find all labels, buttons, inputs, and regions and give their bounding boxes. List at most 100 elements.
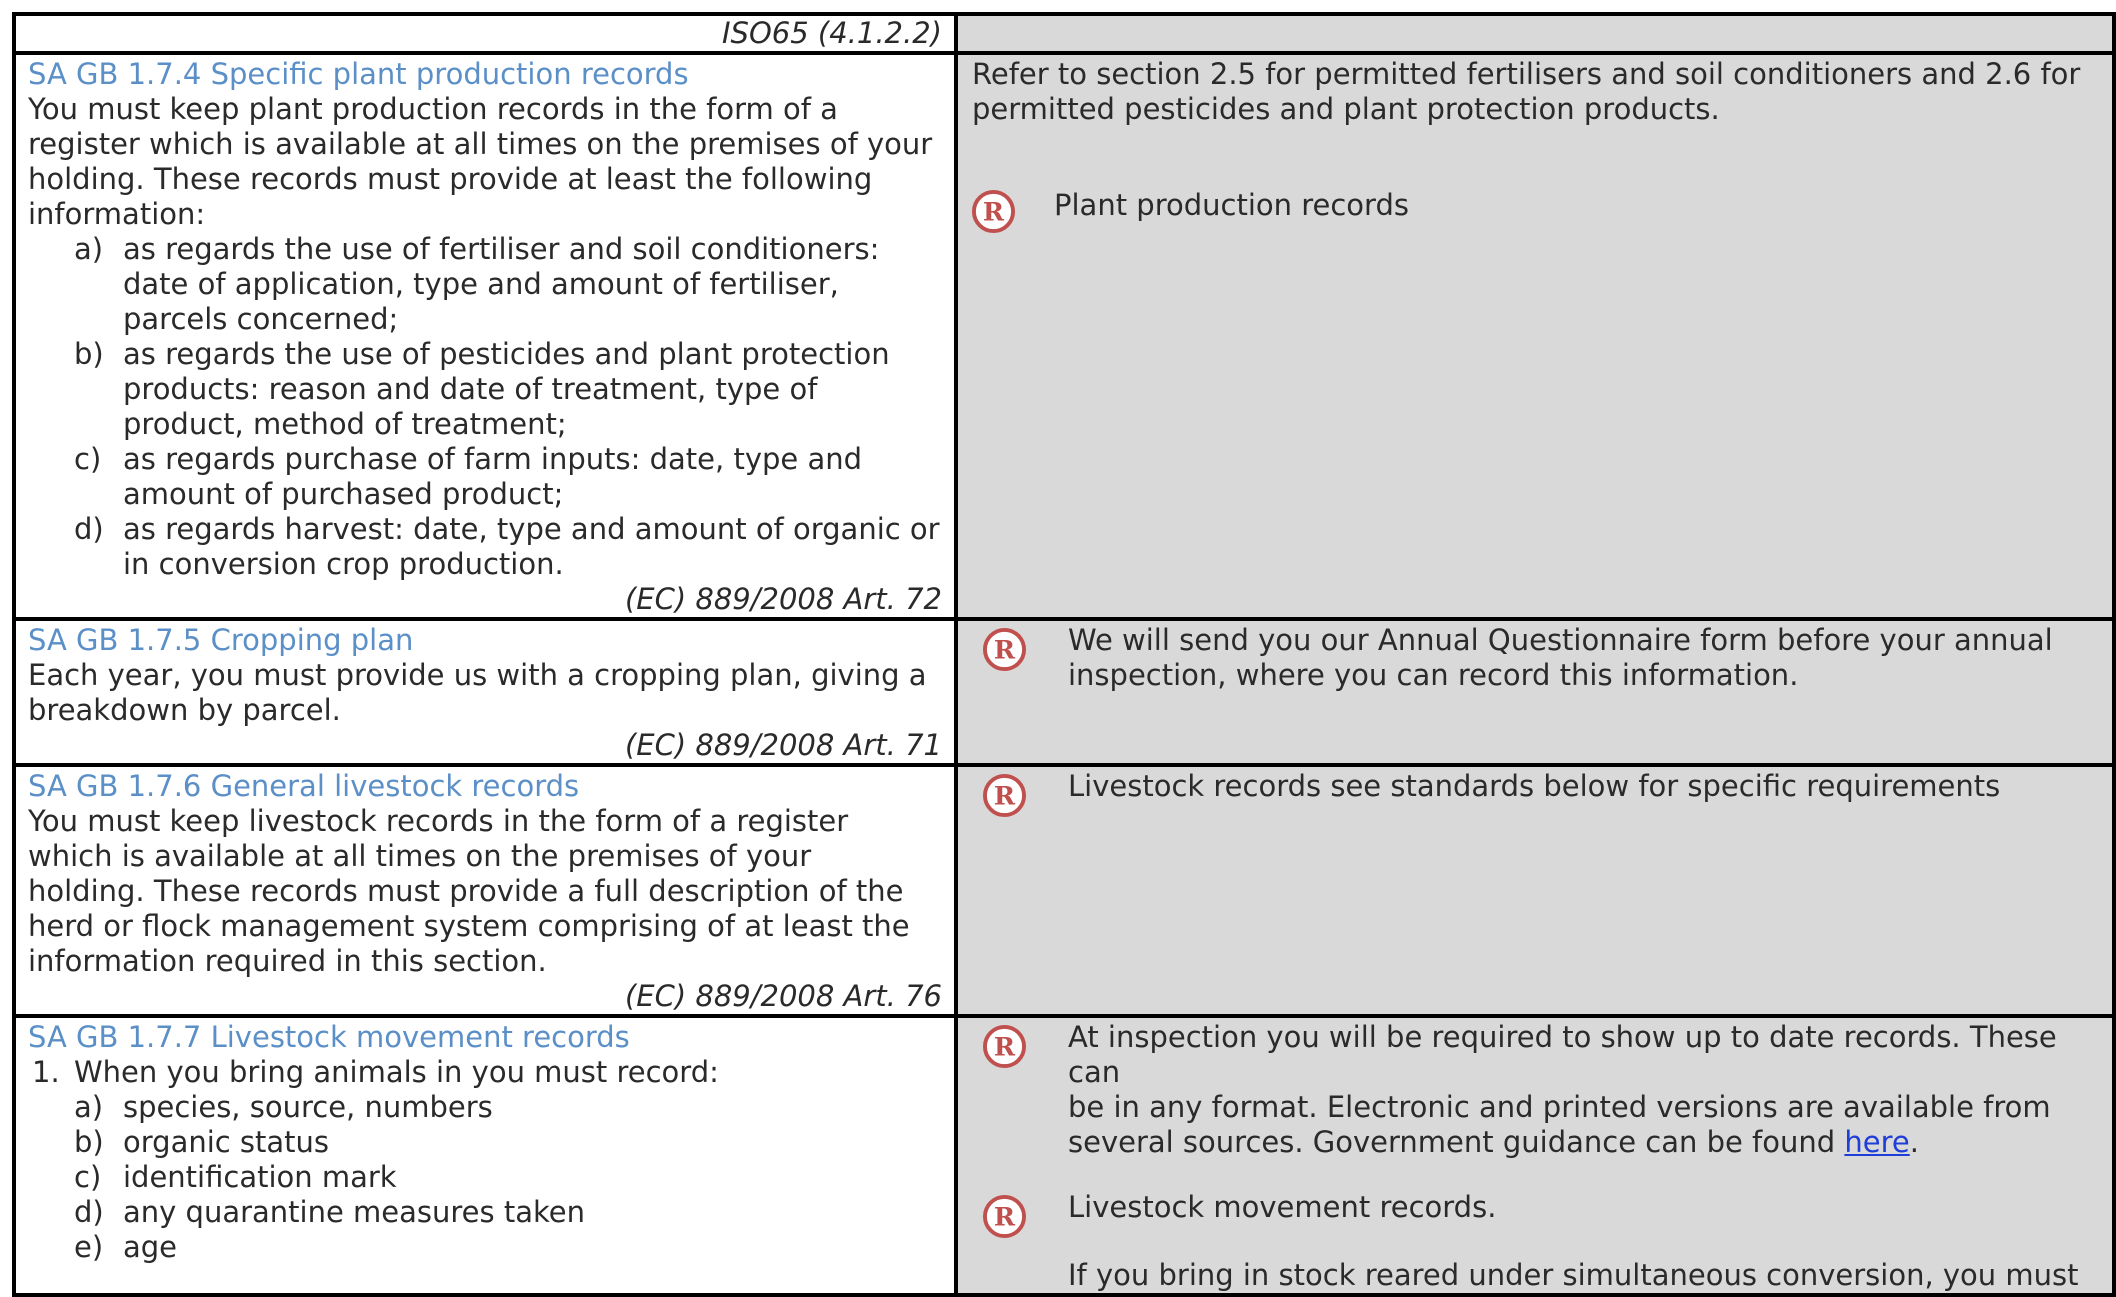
list-item-text: organic status [123,1125,330,1159]
guidance-cell-1-7-4: Refer to section 2.5 for permitted ferti… [954,51,2116,621]
standard-title: SA GB 1.7.4 Specific plant production re… [28,57,689,91]
text-line: date of application, type and amount of … [123,267,839,301]
legal-reference: (EC) 889/2008 Art. 76 [624,979,942,1013]
list-item: b) organic status [28,1125,942,1160]
list-marker: b) [74,1125,104,1159]
page: ISO65 (4.1.2.2) SA GB 1.7.4 Specific pla… [0,0,2116,1297]
conversion-note: If you bring in stock reared under simul… [1068,1258,2079,1292]
list-item: d) any quarantine measures taken [28,1195,942,1230]
list-marker: b) [74,337,104,371]
guidance-link[interactable]: here [1844,1125,1909,1159]
table-row: SA GB 1.7.6 General livestock records Yo… [12,763,2116,1018]
record-requirement: At inspection you will be required to sh… [958,1020,2112,1160]
registered-circle-icon [982,1194,1027,1239]
text-line: as regards purchase of farm inputs: date… [123,442,863,476]
list-item-text: When you bring animals in you must recor… [74,1055,719,1089]
list-marker: e) [74,1230,104,1264]
table-row: SA GB 1.7.7 Livestock movement records 1… [12,1014,2116,1297]
requirement-list: a) species, source, numbers b) organic sta… [28,1090,942,1265]
requirement-list: a) as regards the use of fertiliser and … [28,232,942,582]
standard-title: SA GB 1.7.5 Cropping plan [28,623,414,657]
registered-circle-icon [982,773,1027,818]
guidance-text: several sources. Government guidance can… [1068,1125,1845,1159]
list-item: 1. When you bring animals in you must re… [28,1055,942,1090]
legal-reference: (EC) 889/2008 Art. 72 [624,582,942,616]
text-line: permitted pesticides and plant protectio… [972,92,1720,126]
list-marker: c) [74,442,102,476]
table-row: ISO65 (4.1.2.2) [12,12,2116,55]
text-line: be in any format. Electronic and printed… [1068,1090,2051,1124]
text-line: holding. These records must provide a fu… [28,874,904,908]
standard-title: SA GB 1.7.6 General livestock records [28,769,580,803]
guidance-text: Livestock records see standards below fo… [1068,769,2001,803]
list-item: d) as regards harvest: date, type and am… [28,512,942,582]
standards-table: ISO65 (4.1.2.2) SA GB 1.7.4 Specific pla… [12,12,2116,1297]
text-line: Each year, you must provide us with a cr… [28,658,927,692]
text-line: holding. These records must provide at l… [28,162,873,196]
registered-circle-icon [982,627,1027,672]
standard-title: SA GB 1.7.7 Livestock movement records [28,1020,630,1054]
header-ref: ISO65 (4.1.2.2) [722,16,942,50]
text-line: information: [28,197,206,231]
text-line: in conversion crop production. [123,547,564,581]
guidance-cell-1-7-6: Livestock records see standards below fo… [954,763,2116,1018]
text-line: You must keep plant production records i… [28,92,838,126]
standard-cell-1-7-4: SA GB 1.7.4 Specific plant production re… [12,51,958,621]
list-item: c) as regards purchase of farm inputs: d… [28,442,942,512]
registered-circle-icon [982,1024,1027,1069]
guidance-cell-1-7-7: At inspection you will be required to sh… [954,1014,2116,1297]
list-item-text: age [123,1230,178,1264]
list-marker: d) [74,512,104,546]
list-item: c) identification mark [28,1160,942,1195]
text-line: breakdown by parcel. [28,693,341,727]
standard-cell-1-7-6: SA GB 1.7.6 General livestock records Yo… [12,763,958,1018]
list-item: a) as regards the use of fertiliser and … [28,232,942,337]
record-requirement: We will send you our Annual Questionnair… [958,623,2112,693]
list-item: a) species, source, numbers [28,1090,942,1125]
text-line: At inspection you will be required to sh… [1068,1020,2057,1089]
header-guidance-cell [954,12,2116,55]
text-line: We will send you our Annual Questionnair… [1068,623,2053,657]
text-line: as regards harvest: date, type and amoun… [123,512,940,546]
list-marker: d) [74,1195,104,1229]
list-item-text: species, source, numbers [123,1090,493,1124]
registered-circle-icon [971,189,1016,234]
record-requirement: Livestock records see standards below fo… [958,769,2112,819]
list-marker: c) [74,1160,102,1194]
list-marker: 1. [32,1055,60,1089]
text-line: register which is available at all times… [28,127,933,161]
text-line: herd or flock management system comprisi… [28,909,910,943]
punctuation: . [1909,1125,1919,1159]
standard-cell-1-7-5: SA GB 1.7.5 Cropping plan Each year, you… [12,617,958,767]
text-line: inspection, where you can record this in… [1068,658,1799,692]
table-row: SA GB 1.7.4 Specific plant production re… [12,51,2116,621]
text-line: products: reason and date of treatment, … [123,372,818,406]
list-item-text: identification mark [123,1160,397,1194]
list-item: e) age [28,1230,942,1265]
text-line: product, method of treatment; [123,407,567,441]
text-line: You must keep livestock records in the f… [28,804,849,838]
standard-cell-1-7-7: SA GB 1.7.7 Livestock movement records 1… [12,1014,958,1297]
guidance-cell-1-7-5: We will send you our Annual Questionnair… [954,617,2116,767]
record-label: Plant production records [1054,188,1409,222]
text-line: parcels concerned; [123,302,399,336]
text-line: as regards the use of fertiliser and soi… [123,232,880,266]
text-line: information required in this section. [28,944,547,978]
table-row: SA GB 1.7.5 Cropping plan Each year, you… [12,617,2116,767]
text-line: Refer to section 2.5 for permitted ferti… [972,57,2081,91]
legal-reference: (EC) 889/2008 Art. 71 [624,728,942,762]
standard-intro: You must keep plant production records i… [28,92,942,232]
list-item-text: any quarantine measures taken [123,1195,585,1229]
list-marker: a) [74,1090,104,1124]
list-marker: a) [74,232,104,266]
record-label: Livestock movement records. [1068,1190,1497,1224]
text-line: several sources. Government guidance can… [1068,1125,2112,1160]
record-requirement: Livestock movement records. [958,1190,2112,1240]
numbered-list: 1. When you bring animals in you must re… [28,1055,942,1090]
text-line: as regards the use of pesticides and pla… [123,337,890,371]
text-line: which is available at all times on the p… [28,839,812,873]
text-line: amount of purchased product; [123,477,564,511]
